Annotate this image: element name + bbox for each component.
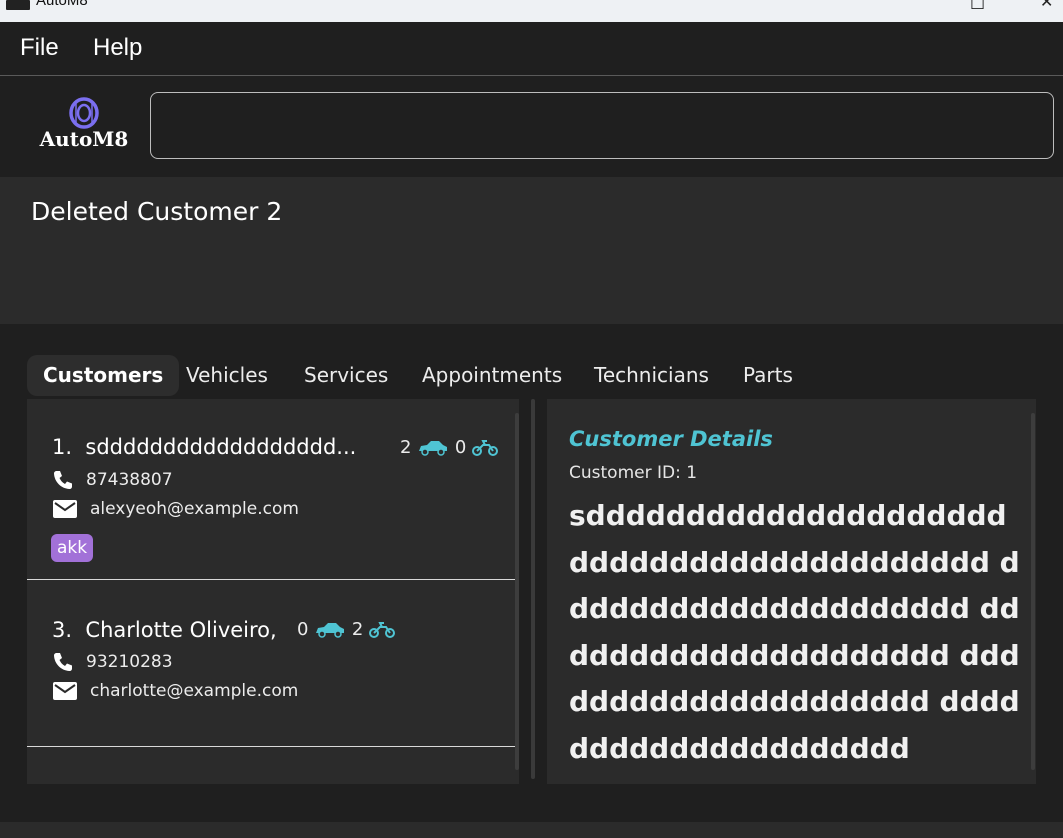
car-icon bbox=[316, 623, 345, 638]
details-title: Customer Details bbox=[569, 427, 773, 451]
tab-services[interactable]: Services bbox=[304, 355, 388, 396]
phone-row: 87438807 bbox=[52, 469, 173, 491]
customer-details-panel: Customer Details Customer ID: 1 sddddddd… bbox=[547, 399, 1036, 784]
command-row: AutoM8 bbox=[0, 77, 1063, 177]
car-count: 2 bbox=[400, 437, 412, 458]
tab-customers[interactable]: Customers bbox=[27, 355, 180, 396]
email-row: charlotte@example.com bbox=[52, 681, 298, 701]
customer-name: 1. sdddddddddddddddddd... bbox=[52, 435, 356, 459]
maximize-icon[interactable]: □ bbox=[970, 0, 985, 11]
phone-row: 93210283 bbox=[52, 651, 173, 673]
app-icon bbox=[6, 0, 30, 10]
title-bar: AutoM8 □ ✕ bbox=[0, 0, 1063, 22]
motorcycle-icon bbox=[472, 440, 499, 456]
email-address: charlotte@example.com bbox=[90, 681, 299, 701]
result-display: Deleted Customer 2 bbox=[0, 177, 1063, 324]
phone-number: 87438807 bbox=[86, 470, 173, 490]
result-message: Deleted Customer 2 bbox=[31, 197, 283, 226]
list-item[interactable]: 3. Charlotte Oliveiro, 0 2 93210283 char… bbox=[27, 580, 516, 747]
customer-full-name: sddddddddddddddddddddd ddddddddddddddddd… bbox=[569, 499, 1020, 765]
close-icon[interactable]: ✕ bbox=[1040, 0, 1053, 11]
tab-appointments[interactable]: Appointments bbox=[422, 355, 562, 396]
customer-index: 1. bbox=[52, 435, 73, 459]
tab-technicians[interactable]: Technicians bbox=[594, 355, 709, 396]
tag-badge: akk bbox=[51, 534, 94, 562]
logo-text: AutoM8 bbox=[39, 127, 129, 151]
vehicle-counts: 2 0 bbox=[400, 437, 499, 458]
car-count: 0 bbox=[297, 619, 309, 640]
menu-file[interactable]: File bbox=[20, 34, 59, 62]
details-scrollbar[interactable] bbox=[1031, 413, 1035, 770]
tire-icon bbox=[69, 97, 99, 129]
list-scrollbar[interactable] bbox=[515, 413, 519, 770]
bike-count: 0 bbox=[454, 437, 467, 458]
motorcycle-icon bbox=[369, 622, 396, 638]
window-title: AutoM8 bbox=[36, 0, 88, 9]
command-input[interactable] bbox=[150, 92, 1054, 159]
phone-icon bbox=[54, 653, 72, 671]
mail-icon bbox=[53, 500, 77, 518]
customer-name-text: sdddddddddddddddddd... bbox=[85, 435, 357, 459]
menu-bar: File Help bbox=[0, 22, 1063, 76]
customer-index: 3. bbox=[52, 618, 73, 642]
car-icon bbox=[419, 441, 448, 456]
customer-id: Customer ID: 1 bbox=[569, 463, 698, 483]
email-address: alexyeoh@example.com bbox=[90, 499, 299, 519]
mail-icon bbox=[53, 682, 77, 700]
phone-icon bbox=[54, 471, 72, 489]
customer-name-text: Charlotte Oliveiro, bbox=[85, 618, 277, 642]
email-row: alexyeoh@example.com bbox=[52, 499, 299, 519]
customer-list[interactable]: 1. sdddddddddddddddddd... 2 0 87438807 a… bbox=[27, 399, 519, 784]
vehicle-counts: 0 2 bbox=[297, 619, 396, 640]
panel-splitter[interactable] bbox=[531, 399, 535, 779]
tab-parts[interactable]: Parts bbox=[743, 355, 793, 396]
phone-number: 93210283 bbox=[86, 652, 173, 672]
bike-count: 2 bbox=[351, 619, 364, 640]
tab-vehicles[interactable]: Vehicles bbox=[186, 355, 268, 396]
tab-bar: Customers Vehicles Services Appointments… bbox=[0, 354, 1063, 398]
menu-help[interactable]: Help bbox=[93, 34, 142, 62]
list-item[interactable]: 1. sdddddddddddddddddd... 2 0 87438807 a… bbox=[27, 399, 516, 580]
status-bar bbox=[0, 822, 1063, 838]
app-logo: AutoM8 bbox=[34, 97, 134, 153]
customer-name: 3. Charlotte Oliveiro, bbox=[52, 618, 277, 642]
